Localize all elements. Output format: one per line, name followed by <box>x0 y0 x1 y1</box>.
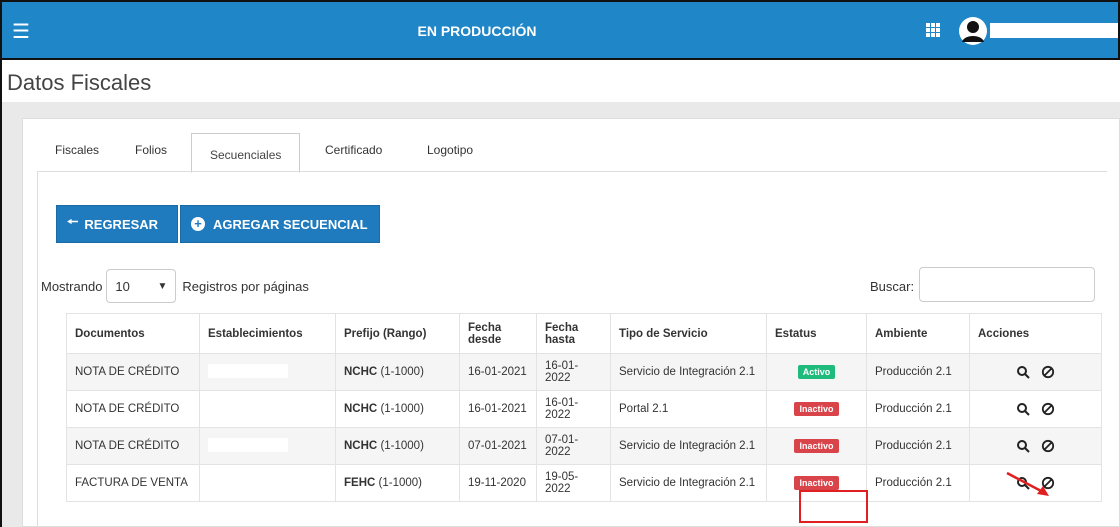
annotation-arrow-icon <box>1006 471 1049 496</box>
view-search-icon[interactable] <box>1016 439 1030 453</box>
view-search-icon[interactable] <box>1016 365 1030 379</box>
page-size-select[interactable]: 10 ▼ <box>106 269 177 303</box>
table-row: NOTA DE CRÉDITO NCHC (1-1000) 16-01-2021… <box>66 390 1102 428</box>
chevron-down-icon: ▼ <box>157 280 168 292</box>
view-search-icon[interactable] <box>1016 402 1030 416</box>
cell-acciones <box>969 427 1102 465</box>
cell-prefijo: NCHC (1-1000) <box>335 390 460 428</box>
apps-grid-icon[interactable] <box>926 23 940 37</box>
cell-estatus: Inactivo <box>766 390 867 428</box>
cell-fecha-desde: 16-01-2021 <box>459 353 537 391</box>
table-row: NOTA DE CRÉDITO NCHC (1-1000) 07-01-2021… <box>66 427 1102 465</box>
cell-servicio: Servicio de Integración 2.1 <box>610 353 767 391</box>
tab-bar: Fiscales Folios Secuenciales Certificado… <box>23 133 1119 173</box>
status-badge: Inactivo <box>794 439 839 453</box>
page-size-control: Mostrando 10 ▼ Registros por páginas <box>41 269 309 303</box>
username-redacted[interactable] <box>990 23 1118 38</box>
plus-circle-icon: + <box>191 217 205 231</box>
cell-documento: NOTA DE CRÉDITO <box>66 353 200 391</box>
tab-secuenciales[interactable]: Secuenciales <box>191 133 301 173</box>
back-button[interactable]: 🠔 REGRESAR <box>56 205 178 243</box>
page-title-bar: Datos Fiscales <box>0 60 1120 102</box>
cell-fecha-hasta: 19-05-2022 <box>536 464 611 502</box>
add-sequential-button[interactable]: + AGREGAR SECUENCIAL <box>180 205 380 243</box>
environment-title: EN PRODUCCIÓN <box>417 23 537 39</box>
table-row: FACTURA DE VENTA FEHC (1-1000) 19-11-202… <box>66 464 1102 502</box>
disable-ban-icon[interactable] <box>1041 365 1055 379</box>
col-header-prefijo[interactable]: Prefijo (Rango) <box>335 313 460 354</box>
col-header-ambiente[interactable]: Ambiente <box>866 313 970 354</box>
disable-ban-icon[interactable] <box>1041 439 1055 453</box>
cell-acciones <box>969 390 1102 428</box>
main-card: Fiscales Folios Secuenciales Certificado… <box>22 118 1120 527</box>
per-page-label: Registros por páginas <box>182 278 309 294</box>
cell-fecha-hasta: 16-01-2022 <box>536 390 611 428</box>
cell-fecha-hasta: 16-01-2022 <box>536 353 611 391</box>
tab-certificado[interactable]: Certificado <box>325 143 382 157</box>
back-button-label: REGRESAR <box>84 216 159 232</box>
cell-ambiente: Producción 2.1 <box>866 390 970 428</box>
tab-fiscales[interactable]: Fiscales <box>55 143 99 157</box>
cell-servicio: Servicio de Integración 2.1 <box>610 427 767 465</box>
cell-prefijo: FEHC (1-1000) <box>335 464 460 502</box>
cell-prefijo: NCHC (1-1000) <box>335 427 460 465</box>
search-input[interactable] <box>919 267 1095 302</box>
page-title: Datos Fiscales <box>7 70 152 95</box>
cell-ambiente: Producción 2.1 <box>866 464 970 502</box>
col-header-documentos[interactable]: Documentos <box>66 313 200 354</box>
col-header-tipo-servicio[interactable]: Tipo de Servicio <box>610 313 767 354</box>
cell-fecha-desde: 19-11-2020 <box>459 464 537 502</box>
status-badge: Activo <box>797 365 836 379</box>
top-navbar: ☰ EN PRODUCCIÓN <box>0 0 1120 60</box>
tab-folios[interactable]: Folios <box>135 143 167 157</box>
col-header-estatus[interactable]: Estatus <box>766 313 867 354</box>
status-badge: Inactivo <box>794 402 839 416</box>
showing-label: Mostrando <box>41 278 103 294</box>
arrow-left-icon: 🠔 <box>67 214 79 229</box>
sequences-table: Documentos Establecimientos Prefijo (Ran… <box>66 313 1102 502</box>
disable-ban-icon[interactable] <box>1041 402 1055 416</box>
table-row: NOTA DE CRÉDITO NCHC (1-1000) 16-01-2021… <box>66 353 1102 391</box>
cell-establecimiento <box>199 353 336 391</box>
annotation-highlight-box <box>799 490 868 523</box>
cell-ambiente: Producción 2.1 <box>866 353 970 391</box>
cell-documento: NOTA DE CRÉDITO <box>66 390 200 428</box>
status-badge: Inactivo <box>794 476 839 490</box>
cell-establecimiento <box>199 390 336 428</box>
cell-ambiente: Producción 2.1 <box>866 427 970 465</box>
search-label: Buscar: <box>870 279 915 294</box>
cell-acciones <box>969 353 1102 391</box>
col-header-establecimientos[interactable]: Establecimientos <box>199 313 336 354</box>
cell-estatus: Activo <box>766 353 867 391</box>
cell-fecha-desde: 07-01-2021 <box>459 427 537 465</box>
cell-prefijo: NCHC (1-1000) <box>335 353 460 391</box>
redacted-value <box>208 363 288 378</box>
cell-establecimiento <box>199 427 336 465</box>
redacted-value <box>208 437 288 452</box>
cell-servicio: Servicio de Integración 2.1 <box>610 464 767 502</box>
add-sequential-button-label: AGREGAR SECUENCIAL <box>213 216 368 232</box>
page-size-value: 10 <box>115 278 130 294</box>
panel-border <box>37 171 38 527</box>
cell-establecimiento <box>199 464 336 502</box>
tab-divider <box>37 171 1107 172</box>
cell-fecha-desde: 16-01-2021 <box>459 390 537 428</box>
tab-logotipo[interactable]: Logotipo <box>427 143 473 157</box>
col-header-fecha-hasta[interactable]: Fecha hasta <box>536 313 611 354</box>
col-header-acciones: Acciones <box>969 313 1102 354</box>
user-avatar-icon[interactable] <box>959 17 987 45</box>
table-header-row: Documentos Establecimientos Prefijo (Ran… <box>66 313 1102 354</box>
cell-fecha-hasta: 07-01-2022 <box>536 427 611 465</box>
cell-documento: FACTURA DE VENTA <box>66 464 200 502</box>
col-header-fecha-desde[interactable]: Fecha desde <box>459 313 537 354</box>
cell-estatus: Inactivo <box>766 427 867 465</box>
cell-documento: NOTA DE CRÉDITO <box>66 427 200 465</box>
cell-servicio: Portal 2.1 <box>610 390 767 428</box>
